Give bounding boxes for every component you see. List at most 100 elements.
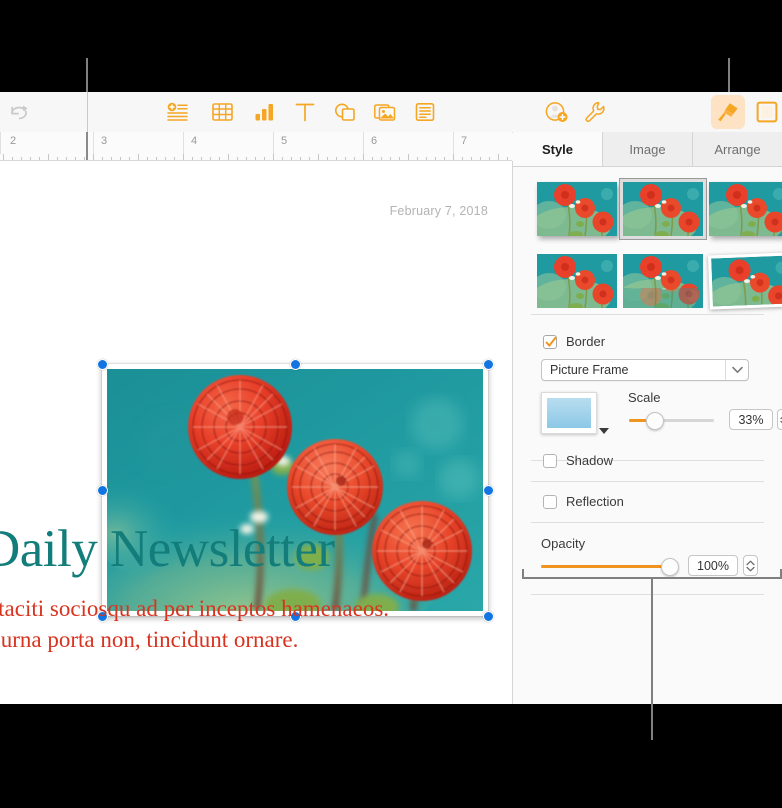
- resize-handle-top-center[interactable]: [290, 359, 301, 370]
- scale-slider-knob[interactable]: [646, 412, 664, 430]
- scale-value-field[interactable]: 33%: [729, 409, 773, 430]
- media-icon[interactable]: [370, 98, 400, 126]
- wrench-icon[interactable]: [580, 98, 610, 126]
- ruler-tick: [192, 156, 193, 160]
- ruler-tick: [57, 156, 58, 160]
- document-canvas[interactable]: February 7, 2018 Daily Newsletter t taci…: [0, 161, 513, 704]
- opacity-label: Opacity: [541, 536, 586, 551]
- ruler-separator: [453, 132, 454, 154]
- shape-icon[interactable]: [330, 98, 360, 126]
- style-preset-6[interactable]: [707, 252, 782, 310]
- body-line-1: t taciti sociosqu ad per inceptos hamena…: [0, 596, 390, 621]
- ruler-tick: [444, 156, 445, 160]
- border-label: Border: [566, 334, 606, 349]
- document-date: February 7, 2018: [389, 204, 488, 218]
- opacity-slider-fill: [541, 565, 669, 568]
- ruler-tick: [426, 156, 427, 160]
- table-icon[interactable]: [207, 98, 237, 126]
- ruler-tick: [201, 156, 202, 160]
- ruler-tick: [174, 156, 175, 160]
- style-preset-1[interactable]: [537, 182, 617, 236]
- ruler-tick: [138, 154, 139, 160]
- comment-icon[interactable]: [410, 98, 440, 126]
- ruler-tick: [255, 156, 256, 160]
- ruler-tick: [417, 156, 418, 160]
- style-preset-6-thumb: [707, 252, 782, 310]
- tab-style[interactable]: Style: [513, 132, 603, 166]
- ruler-tick: [462, 156, 463, 160]
- format-icon[interactable]: [713, 98, 743, 126]
- ruler-number: 3: [101, 135, 108, 147]
- chart-icon[interactable]: [250, 98, 280, 126]
- ruler-tick: [489, 156, 490, 160]
- undo-button[interactable]: [4, 98, 34, 126]
- ruler-tick: [381, 156, 382, 160]
- tab-arrange[interactable]: Arrange: [693, 132, 782, 166]
- text-icon[interactable]: [290, 98, 320, 126]
- body-line-2: s urna porta non, tincidunt ornare.: [0, 627, 299, 652]
- ruler-separator: [363, 132, 364, 154]
- format-inspector-sidebar: Style Image Arrange Border Picture Frame…: [513, 132, 782, 704]
- ruler-tick: [264, 156, 265, 160]
- ruler-tick: [129, 156, 130, 160]
- shadow-checkbox[interactable]: [543, 454, 557, 468]
- reflection-checkbox[interactable]: [543, 495, 557, 509]
- scale-slider[interactable]: [629, 412, 714, 430]
- toolbar: [0, 92, 782, 133]
- ruler-tick: [219, 156, 220, 160]
- style-preset-5-reflection: [623, 288, 703, 308]
- ruler-tick: [480, 156, 481, 160]
- list-icon[interactable]: [163, 98, 193, 126]
- resize-handle-top-right[interactable]: [483, 359, 494, 370]
- ruler-ticks: [0, 153, 512, 160]
- ruler-number: 2: [10, 135, 17, 147]
- ruler-tick: [75, 156, 76, 160]
- border-color-swatch-group[interactable]: [541, 392, 611, 444]
- border-type-select[interactable]: Picture Frame: [541, 359, 749, 381]
- collaborate-icon[interactable]: [542, 98, 572, 126]
- chevron-down-icon: [726, 366, 748, 374]
- resize-handle-middle-left[interactable]: [97, 485, 108, 496]
- ruler-tick: [273, 154, 274, 160]
- ruler-tick: [183, 154, 184, 160]
- ruler-tick: [453, 154, 454, 160]
- style-preset-3[interactable]: [709, 182, 782, 236]
- border-checkbox[interactable]: [543, 335, 557, 349]
- ruler-tick: [39, 156, 40, 160]
- resize-handle-middle-right[interactable]: [483, 485, 494, 496]
- ruler-tick: [318, 154, 319, 160]
- ruler-tick: [399, 156, 400, 160]
- ruler-tick: [165, 156, 166, 160]
- resize-handle-bottom-right[interactable]: [483, 611, 494, 622]
- border-color-swatch[interactable]: [541, 392, 597, 434]
- ruler-tick: [345, 156, 346, 160]
- divider-above-opacity: [531, 522, 764, 523]
- style-preset-2[interactable]: [619, 178, 707, 240]
- app-window: 2 3 4 5 6 7 February 7, 2018 Daily Newsl…: [0, 92, 782, 704]
- ruler-tick: [300, 156, 301, 160]
- document-body-text[interactable]: t taciti sociosqu ad per inceptos hamena…: [0, 593, 389, 655]
- ruler-tick: [246, 156, 247, 160]
- document-icon[interactable]: [752, 98, 782, 126]
- scale-stepper[interactable]: [777, 409, 782, 430]
- ruler[interactable]: 2 3 4 5 6 7: [0, 132, 512, 161]
- style-preset-4[interactable]: [537, 254, 617, 308]
- ruler-tick: [147, 156, 148, 160]
- ruler-separator: [273, 132, 274, 154]
- document-title-text[interactable]: Daily Newsletter: [0, 519, 335, 579]
- resize-handle-top-left[interactable]: [97, 359, 108, 370]
- divider-below-opacity: [531, 594, 764, 595]
- swatch-disclosure-triangle[interactable]: [599, 428, 609, 434]
- tab-image[interactable]: Image: [603, 132, 693, 166]
- divider-above-reflection: [531, 481, 764, 482]
- divider-above-border: [531, 314, 764, 315]
- border-color-fill: [547, 398, 591, 428]
- ruler-number: 6: [371, 135, 378, 147]
- ruler-separator: [183, 132, 184, 154]
- ruler-tick: [21, 156, 22, 160]
- ruler-tick: [471, 156, 472, 160]
- style-preset-3-thumb: [709, 182, 782, 236]
- style-preset-5[interactable]: [623, 254, 703, 308]
- ruler-tick: [408, 154, 409, 160]
- style-preset-2-thumb: [623, 182, 703, 236]
